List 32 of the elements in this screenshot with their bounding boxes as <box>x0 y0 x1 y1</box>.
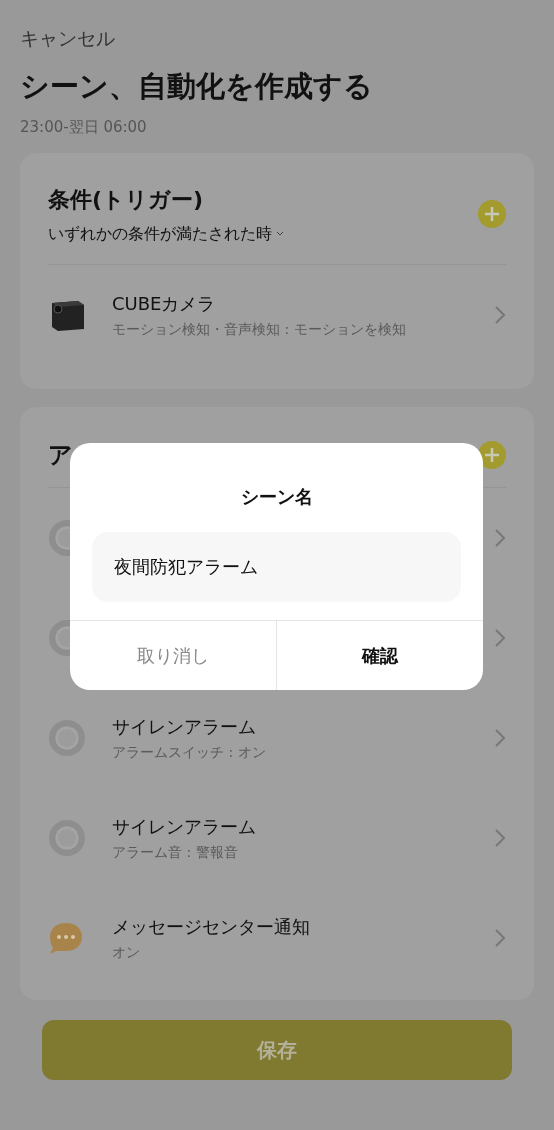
item-title: サイレンアラーム <box>112 814 257 839</box>
siren-icon <box>48 818 86 857</box>
item-subtitle: アラームスイッチ : オン <box>112 742 267 762</box>
chat-bubble-icon <box>48 920 84 955</box>
item-title: サイレンアラーム <box>112 714 257 739</box>
dialog-title: シーン名 <box>239 485 314 509</box>
siren-icon <box>48 718 86 757</box>
chevron-right-icon <box>494 627 506 648</box>
caret-icon <box>276 230 284 237</box>
confirm-button[interactable]: 確認 <box>277 621 483 690</box>
item-title: メッセージセンター通知 <box>112 914 311 939</box>
section-title: ア <box>48 439 73 471</box>
item-title: CUBEカメラ <box>112 291 217 316</box>
chevron-right-icon <box>494 827 506 848</box>
add-icon[interactable] <box>478 200 506 228</box>
item-subtitle: アラーム音 : 警報音 <box>112 842 239 862</box>
time-range: 23:00-翌日 06:00 <box>20 117 148 138</box>
cancel-button[interactable]: 取り消し <box>70 621 277 690</box>
chevron-right-icon <box>494 527 506 548</box>
cancel-link[interactable]: キャンセル <box>20 27 115 49</box>
list-item[interactable]: メッセージセンター通知 オン <box>48 887 506 988</box>
list-item[interactable]: サイレンアラーム アラーム音 : 警報音 <box>48 787 506 888</box>
chevron-right-icon <box>494 304 506 325</box>
list-item[interactable]: サイレンアラーム アラームスイッチ : オン <box>48 687 506 788</box>
item-subtitle: オン <box>112 942 141 962</box>
section-title: 条件(トリガー) <box>48 185 205 214</box>
page-title: シーン、自動化を作成する <box>20 67 374 105</box>
scene-name-field[interactable]: 夜間防犯アラーム <box>92 532 461 602</box>
add-icon[interactable] <box>478 440 506 469</box>
chevron-right-icon <box>494 727 506 748</box>
trigger-mode-dropdown[interactable]: いずれかの条件が満たされた時 <box>48 221 284 246</box>
chevron-right-icon <box>494 927 506 948</box>
